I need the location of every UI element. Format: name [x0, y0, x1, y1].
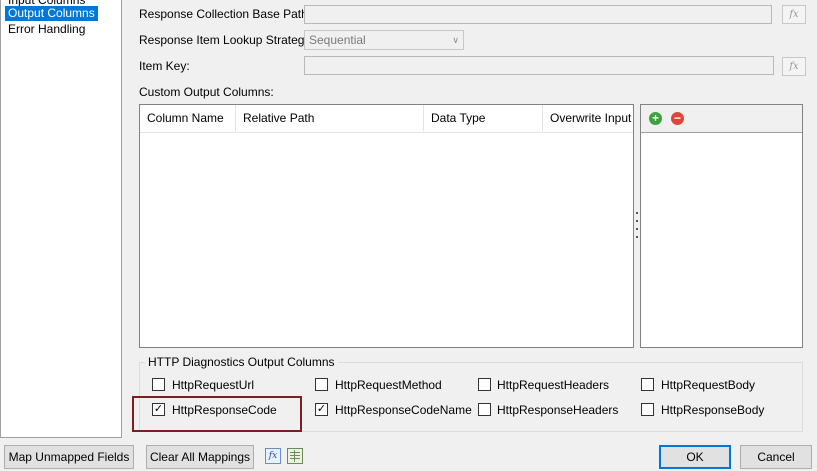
column-header-data-type[interactable]: Data Type: [424, 105, 543, 131]
highlight-box: [132, 396, 302, 432]
checkbox-http-response-headers[interactable]: [478, 403, 491, 416]
nav-panel: Input Columns Output Columns Error Handl…: [0, 0, 122, 438]
column-header-name[interactable]: Column Name: [140, 105, 236, 131]
base-path-fx-button[interactable]: fx: [782, 5, 806, 24]
fx-expression-icon[interactable]: fx: [265, 448, 281, 464]
ok-button[interactable]: OK: [659, 445, 731, 469]
add-icon[interactable]: +: [649, 112, 662, 125]
label-http-response-headers: HttpResponseHeaders: [497, 403, 619, 417]
checkbox-http-request-body[interactable]: [641, 378, 654, 391]
item-key-label: Item Key:: [139, 59, 190, 73]
lookup-strategy-label: Response Item Lookup Strategy:: [139, 33, 314, 47]
column-header-overwrite-input[interactable]: Overwrite Input: [543, 105, 633, 131]
base-path-label: Response Collection Base Path:: [139, 7, 312, 21]
column-header-relative-path[interactable]: Relative Path: [236, 105, 424, 131]
map-unmapped-fields-button[interactable]: Map Unmapped Fields: [4, 445, 134, 469]
lookup-strategy-value: Sequential: [309, 33, 366, 47]
custom-columns-grid[interactable]: Column Name Relative Path Data Type Over…: [139, 104, 634, 348]
item-key-input[interactable]: [304, 56, 774, 75]
chevron-down-icon: ∨: [452, 35, 459, 45]
spreadsheet-icon[interactable]: [287, 448, 303, 464]
nav-item-error-handling[interactable]: Error Handling: [5, 22, 88, 37]
clear-all-mappings-button[interactable]: Clear All Mappings: [146, 445, 254, 469]
label-http-request-body: HttpRequestBody: [661, 378, 756, 392]
label-http-request-headers: HttpRequestHeaders: [497, 378, 610, 392]
label-http-request-url: HttpRequestUrl: [172, 378, 255, 392]
checkbox-http-response-code-name[interactable]: ✓: [315, 403, 328, 416]
column-actions-toolbar: + −: [641, 105, 802, 133]
nav-item-output-columns[interactable]: Output Columns: [5, 6, 98, 21]
column-actions-panel: + −: [640, 104, 803, 348]
checkbox-http-request-headers[interactable]: [478, 378, 491, 391]
cancel-button[interactable]: Cancel: [740, 445, 812, 469]
grid-header: Column Name Relative Path Data Type Over…: [140, 105, 633, 133]
lookup-strategy-select[interactable]: Sequential ∨: [304, 30, 464, 50]
diagnostics-title: HTTP Diagnostics Output Columns: [145, 355, 338, 369]
base-path-input[interactable]: [304, 5, 772, 24]
label-http-response-body: HttpResponseBody: [661, 403, 765, 417]
checkbox-http-request-url[interactable]: [152, 378, 165, 391]
custom-columns-label: Custom Output Columns:: [139, 85, 274, 99]
label-http-response-code-name: HttpResponseCodeName: [335, 403, 472, 417]
remove-icon[interactable]: −: [671, 112, 684, 125]
label-http-request-method: HttpRequestMethod: [335, 378, 442, 392]
item-key-fx-button[interactable]: fx: [782, 57, 806, 76]
checkbox-http-response-body[interactable]: [641, 403, 654, 416]
checkbox-http-request-method[interactable]: [315, 378, 328, 391]
